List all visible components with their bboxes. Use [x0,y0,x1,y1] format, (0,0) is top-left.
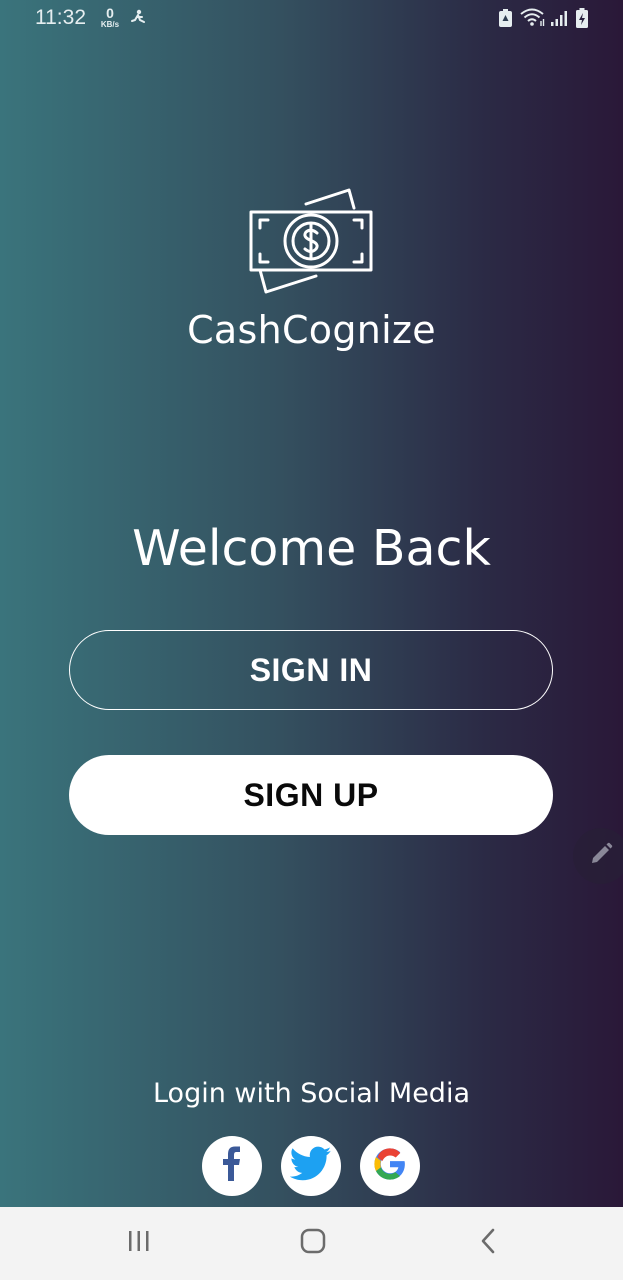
network-speed: 0 KB/s [99,6,121,29]
battery-saver-icon [498,8,514,32]
google-icon [373,1147,407,1185]
network-speed-value: 0 [106,5,114,21]
facebook-login-button[interactable] [202,1136,262,1196]
system-navigation-bar [0,1207,623,1280]
sign-in-label: SIGN IN [249,651,373,688]
sign-in-button[interactable]: SIGN IN [69,630,553,710]
network-speed-unit: KB/s [100,20,120,29]
home-button[interactable] [293,1225,333,1261]
battery-charging-icon [575,7,589,33]
sign-up-button[interactable]: SIGN UP [69,755,553,835]
status-bar: 11:32 0 KB/s [0,0,623,40]
sign-up-label: SIGN UP [243,776,379,813]
recent-apps-button[interactable] [119,1225,159,1261]
wifi-icon [520,7,546,31]
twitter-icon [289,1146,332,1186]
home-icon [299,1227,327,1259]
back-icon [476,1227,500,1259]
signal-icon [550,9,570,31]
runner-icon [129,9,147,31]
status-time: 11:32 [35,6,86,29]
app-name: CashCognize [187,308,436,352]
recent-apps-icon [126,1229,152,1257]
back-button[interactable] [468,1225,508,1261]
edit-button[interactable] [573,828,623,884]
google-login-button[interactable] [360,1136,420,1196]
facebook-icon [217,1146,247,1186]
welcome-title: Welcome Back [132,520,491,577]
social-login-caption: Login with Social Media [152,1078,470,1109]
twitter-login-button[interactable] [281,1136,341,1196]
money-bill-icon [246,186,378,298]
pencil-icon [588,841,614,871]
